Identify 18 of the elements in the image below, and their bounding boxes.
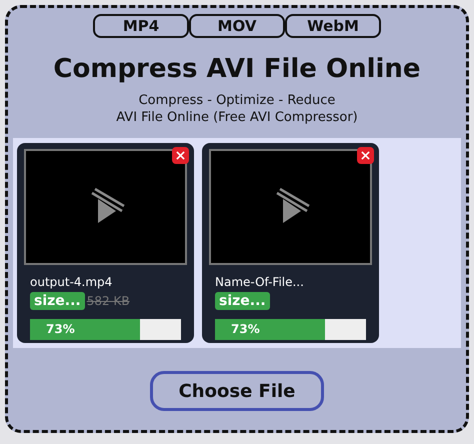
page-title: Compress AVI File Online	[53, 54, 421, 84]
remove-button[interactable]	[357, 147, 374, 164]
file-name: Name-Of-File...	[215, 275, 305, 289]
subtitle-text: AVI File Online (Free AVI Compressor)	[116, 109, 358, 126]
close-icon	[176, 151, 185, 160]
size-badge: size...	[215, 292, 270, 310]
close-icon	[361, 151, 370, 160]
original-size: 582 KB	[86, 294, 130, 308]
progress-text: 73%	[46, 322, 75, 336]
format-link[interactable]: MP4	[93, 14, 189, 38]
file-name: output-4.mp4	[30, 275, 114, 289]
progress-text: 73%	[231, 322, 260, 336]
format-link[interactable]: WebM	[285, 14, 381, 38]
subtitle-text: Compress - Optimize - Reduce	[138, 92, 336, 109]
remove-button[interactable]	[172, 147, 189, 164]
format-link[interactable]: MOV	[189, 14, 285, 38]
size-badge: size...	[30, 292, 85, 310]
choose-file-button[interactable]: Choose File	[150, 371, 324, 411]
